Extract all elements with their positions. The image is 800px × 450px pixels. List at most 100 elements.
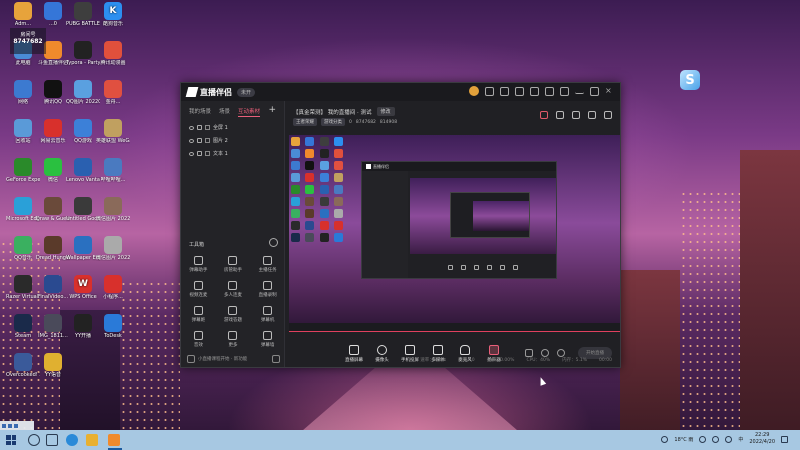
desktop-icon[interactable]: Wallpaper Engine...	[66, 236, 100, 261]
settings-icon[interactable]	[545, 86, 554, 96]
tool-item[interactable]: 弹幕姬	[181, 306, 216, 323]
start-button[interactable]	[6, 435, 16, 445]
desktop-icon[interactable]: 微信图片 2022...	[96, 197, 130, 222]
desktop-icon[interactable]: 哔哩哔哩...	[96, 158, 130, 183]
gift-icon[interactable]	[485, 86, 494, 96]
desktop-icon[interactable]: ToDesk	[96, 314, 130, 339]
task-view-icon[interactable]	[46, 434, 58, 446]
user-avatar[interactable]	[469, 86, 479, 96]
desktop-icon[interactable]: 小程序...	[96, 275, 130, 300]
desktop-icon[interactable]: 英雄联盟 WeGame...	[96, 119, 130, 144]
live-status-badge[interactable]: 未开	[237, 87, 256, 97]
desktop-icon[interactable]: ...0	[36, 2, 70, 27]
tool-item[interactable]: 视频连麦	[181, 281, 216, 298]
desktop-icon[interactable]: YY语音	[36, 353, 70, 378]
desktop-icon[interactable]: 网络	[6, 80, 40, 105]
stream-preview[interactable]: 直播伴侣	[289, 135, 620, 331]
edge-icon[interactable]	[66, 434, 78, 446]
close-icon[interactable]: ×	[605, 86, 614, 96]
category-chip[interactable]: 王者荣耀	[293, 118, 317, 126]
tool-item[interactable]: 弹幕助手	[181, 256, 216, 273]
scene-item[interactable]: 文本 1	[181, 147, 284, 160]
desktop-icon[interactable]: Dread Hunger	[36, 236, 70, 261]
desktop-icon[interactable]: 微信图片 2022...	[96, 236, 130, 261]
tool-item[interactable]: 弹幕墙	[250, 331, 285, 348]
desktop-icon[interactable]: K 酷狗音乐	[96, 2, 130, 27]
desktop-icon[interactable]: Untitled Goose...	[66, 197, 100, 222]
tool-item[interactable]: 主播任务	[250, 256, 285, 273]
tool-item[interactable]: 音效	[181, 331, 216, 348]
desktop-icon[interactable]: GeForce Experience	[6, 158, 40, 183]
maximize-icon[interactable]	[590, 86, 599, 96]
desktop-icon[interactable]: QQ游戏	[66, 119, 100, 144]
message-icon[interactable]	[500, 86, 509, 96]
bell-icon[interactable]	[604, 111, 612, 119]
desktop-icon[interactable]: QQ图片 20220...	[66, 80, 100, 105]
minimize-icon[interactable]	[575, 88, 584, 94]
lock-icon[interactable]	[197, 138, 202, 143]
desktop-icon[interactable]: FinalVideo...	[36, 275, 70, 300]
desktop-icon[interactable]: Typora - Party	[66, 41, 100, 66]
subcategory-chip[interactable]: 游戏分类	[321, 118, 345, 126]
floating-assistant-icon[interactable]: S	[680, 70, 700, 90]
tool-item[interactable]: 更多	[216, 331, 251, 348]
desktop-icon[interactable]: Adm...	[6, 2, 40, 27]
tool-item[interactable]: 房管助手	[216, 256, 251, 273]
gift-box-icon[interactable]	[540, 111, 548, 119]
tool-item[interactable]: 直播录制	[250, 281, 285, 298]
desktop-icon[interactable]: W WPS Office	[66, 275, 100, 300]
desktop-icon[interactable]: QQ音乐	[6, 236, 40, 261]
desktop-icon[interactable]: 腾讯动漫画	[96, 41, 130, 66]
desktop-icon[interactable]: Steam	[6, 314, 40, 339]
skin-icon[interactable]	[530, 86, 539, 96]
search-icon[interactable]	[28, 434, 40, 446]
clock[interactable]: 22:29 2022/4/20	[749, 432, 775, 446]
desktop-icon[interactable]: 金舟...	[96, 80, 130, 105]
toolbox-settings-icon[interactable]	[269, 238, 278, 247]
eye-icon[interactable]	[189, 125, 194, 130]
volume-icon[interactable]	[725, 435, 733, 443]
notification-icon[interactable]	[781, 435, 788, 443]
tool-item[interactable]: 游戏答题	[216, 306, 251, 323]
scene-item[interactable]: 图片 2	[181, 134, 284, 147]
network-icon[interactable]	[712, 435, 720, 443]
desktop-icon[interactable]: 回收站	[6, 119, 40, 144]
tool-item[interactable]: 多人连麦	[216, 281, 251, 298]
file-explorer-icon[interactable]	[86, 434, 98, 446]
desktop-icon[interactable]: Lenovo Vantage	[66, 158, 100, 183]
desktop-icon[interactable]: IMG_1811...	[36, 314, 70, 339]
desktop-icon[interactable]: Microsoft Edge	[6, 197, 40, 222]
edit-room-button[interactable]: 修改	[376, 107, 395, 116]
tab-materials[interactable]: 互动素材	[238, 107, 261, 117]
desktop-icon[interactable]: Razer Virtual...	[6, 275, 40, 300]
lock-room-icon[interactable]	[572, 111, 580, 119]
eye-icon[interactable]	[189, 151, 194, 156]
share-icon[interactable]	[588, 111, 596, 119]
desktop-icon[interactable]: 腾讯QQ	[36, 80, 70, 105]
add-scene-icon[interactable]: +	[268, 105, 276, 115]
desktop-icon[interactable]: Draw & Guess	[36, 197, 70, 222]
scene-item[interactable]: 全屏 1	[181, 121, 284, 134]
lock-icon[interactable]	[197, 125, 202, 130]
desktop-icon[interactable]: 网易云音乐	[36, 119, 70, 144]
mail-icon[interactable]	[515, 86, 524, 96]
download-icon[interactable]	[272, 355, 280, 363]
eye-icon[interactable]	[189, 138, 194, 143]
sidebar-footer[interactable]: 小直播课程开始 · 新功能	[187, 355, 280, 363]
desktop-icon[interactable]: 微信	[36, 158, 70, 183]
chevron-up-icon[interactable]	[699, 435, 707, 443]
menu-icon[interactable]	[560, 86, 569, 96]
nested-ctrl-icon	[461, 264, 466, 270]
desktop-icon[interactable]: PUBG BATTLEGR...	[66, 2, 100, 27]
ime-indicator[interactable]: 中	[738, 436, 743, 443]
copy-icon[interactable]	[556, 111, 564, 119]
tab-my-scenes[interactable]: 我的场景	[189, 107, 211, 117]
weather-icon[interactable]	[661, 435, 669, 443]
weather-text[interactable]: 18°C 雨	[674, 436, 693, 443]
desktop-icon[interactable]: YY开播	[66, 314, 100, 339]
tool-item[interactable]: 弹幕机	[250, 306, 285, 323]
lock-icon[interactable]	[197, 151, 202, 156]
tab-scenes[interactable]: 场景	[219, 107, 230, 117]
desktop-icon[interactable]: Overcooked! 2	[6, 353, 40, 378]
streaming-app-taskbar-icon[interactable]	[108, 434, 120, 446]
